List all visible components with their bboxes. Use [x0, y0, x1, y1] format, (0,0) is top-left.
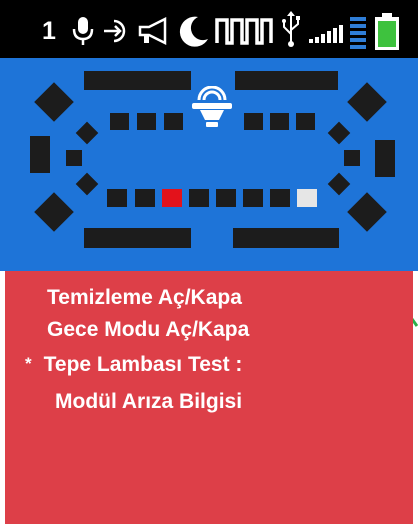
- lamp-top-4[interactable]: [244, 113, 263, 130]
- lamp-bottom-1[interactable]: [107, 189, 127, 207]
- top-right-bar[interactable]: [235, 71, 338, 90]
- lamp-top-3[interactable]: [164, 113, 183, 130]
- corner-lamp-bottom-right[interactable]: [347, 192, 387, 232]
- menu-item-label: Tepe Lambası Test :: [43, 353, 243, 376]
- lamp-top-1[interactable]: [110, 113, 129, 130]
- lamp-bottom-4[interactable]: [189, 189, 209, 207]
- lamp-bottom-6[interactable]: [243, 189, 263, 207]
- status-bar: 1: [0, 0, 418, 58]
- menu-item-night-mode[interactable]: Gece Modu Aç/Kapa: [47, 318, 249, 342]
- menu-item-label: Temizleme Aç/Kapa: [47, 286, 242, 309]
- lamp-bottom-3-active[interactable]: [162, 189, 182, 207]
- microphone-icon: [72, 17, 94, 45]
- signal-icon: [309, 25, 343, 43]
- lamp-bottom-5[interactable]: [216, 189, 236, 207]
- corner-lamp-top-right[interactable]: [347, 82, 387, 122]
- lamp-bottom-7[interactable]: [270, 189, 290, 207]
- corner-lamp-top-left[interactable]: [34, 82, 74, 122]
- top-left-bar[interactable]: [84, 71, 191, 90]
- inner-lamp-top-left[interactable]: [75, 121, 99, 145]
- moon-icon: [179, 16, 208, 47]
- beacon-lamp-icon[interactable]: [191, 86, 233, 130]
- menu-item-beacon-test[interactable]: * Tepe Lambası Test :: [25, 353, 242, 377]
- menu-panel: Temizleme Aç/Kapa Gece Modu Aç/Kapa * Tep…: [5, 271, 413, 524]
- lamp-top-5[interactable]: [270, 113, 289, 130]
- bottom-right-bar[interactable]: [233, 228, 339, 248]
- menu-item-label: Gece Modu Aç/Kapa: [47, 318, 250, 341]
- megaphone-icon: [138, 17, 167, 45]
- battery-icon: [375, 13, 399, 50]
- sd-card-icon: [350, 17, 366, 49]
- right-side-lamp[interactable]: [344, 150, 360, 166]
- lamp-top-6[interactable]: [296, 113, 315, 130]
- left-side-lamp[interactable]: [66, 150, 82, 166]
- login-icon: [104, 19, 126, 43]
- bottom-left-bar[interactable]: [84, 228, 191, 248]
- inner-lamp-top-right[interactable]: [327, 121, 351, 145]
- left-side-bar[interactable]: [30, 136, 50, 173]
- menu-item-cleaning[interactable]: Temizleme Aç/Kapa: [47, 286, 242, 310]
- pulse-wave-icon: [215, 18, 273, 45]
- lamp-layout-panel: [0, 58, 418, 271]
- selection-marker: *: [25, 354, 32, 373]
- menu-item-module-fault[interactable]: Modül Arıza Bilgisi: [55, 390, 242, 414]
- notification-count: 1: [42, 17, 56, 45]
- menu-item-label: Modül Arıza Bilgisi: [55, 390, 243, 413]
- lamp-top-2[interactable]: [137, 113, 156, 130]
- right-side-bar[interactable]: [375, 140, 395, 177]
- corner-lamp-bottom-left[interactable]: [34, 192, 74, 232]
- lamp-bottom-2[interactable]: [135, 189, 155, 207]
- lamp-bottom-8-selected[interactable]: [297, 189, 317, 207]
- inner-lamp-bottom-left[interactable]: [75, 172, 99, 196]
- inner-lamp-bottom-right[interactable]: [327, 172, 351, 196]
- usb-icon: [282, 11, 300, 47]
